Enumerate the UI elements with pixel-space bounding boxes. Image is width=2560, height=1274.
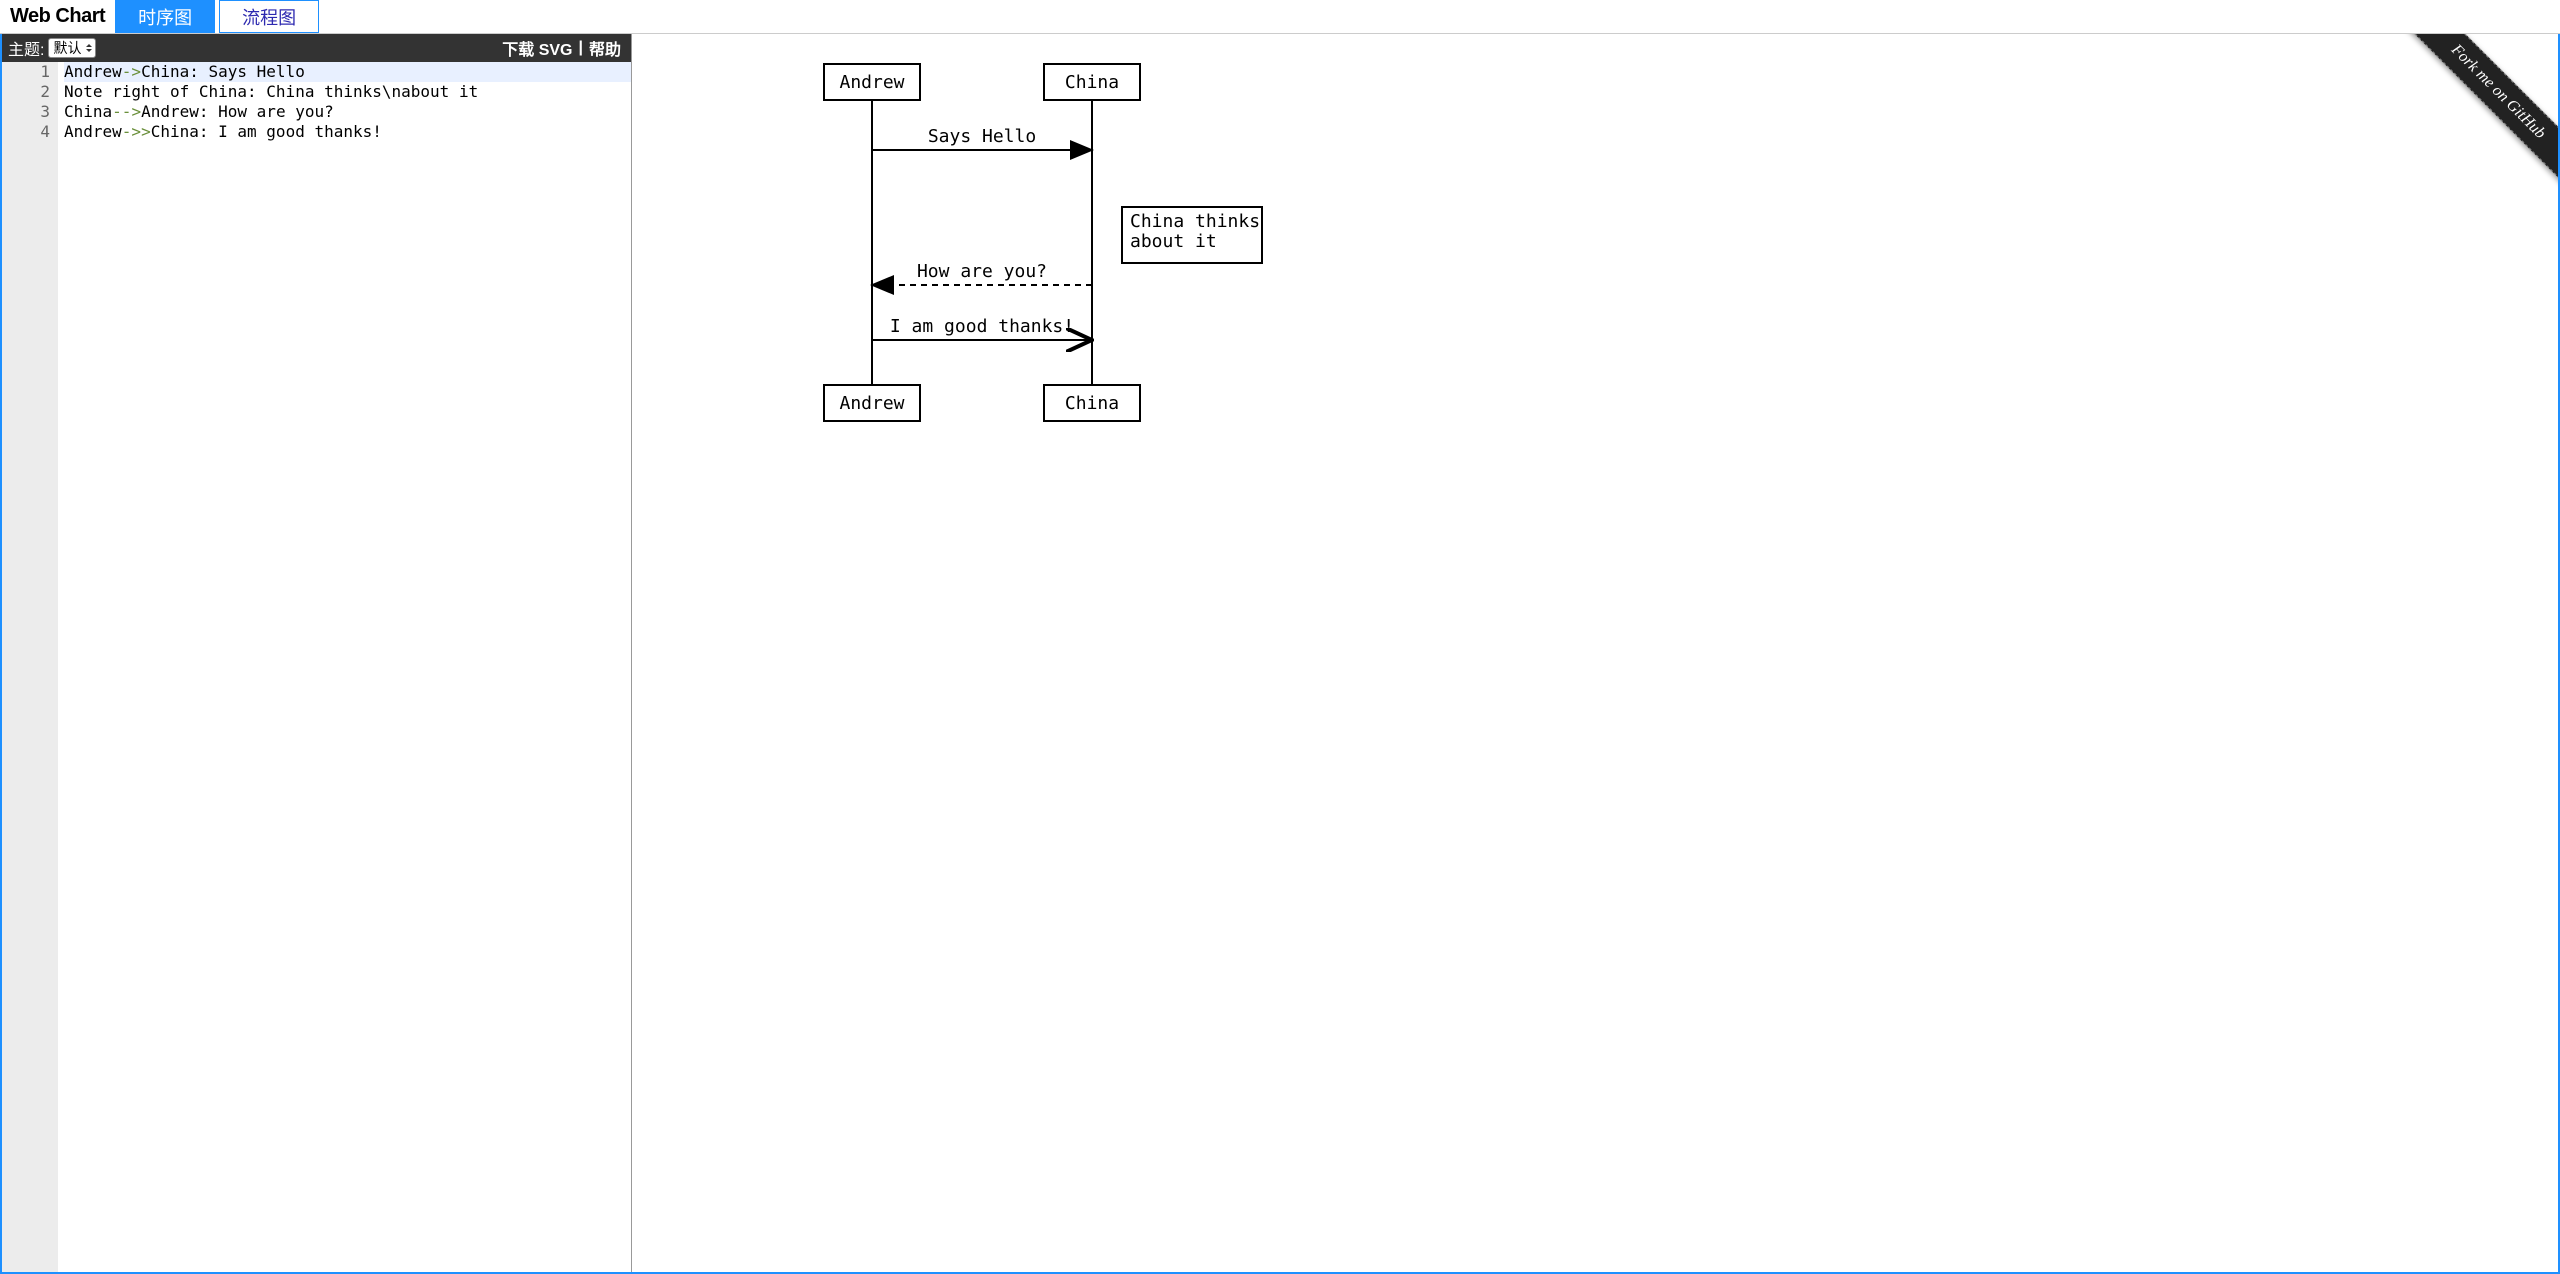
- toolbar-sep: |: [577, 39, 585, 57]
- theme-label: 主题:: [8, 36, 44, 60]
- editor-line[interactable]: China-->Andrew: How are you?: [64, 102, 631, 122]
- github-ribbon[interactable]: Fork me on GitHub: [2400, 34, 2558, 190]
- editor-code[interactable]: Andrew->China: Says HelloNote right of C…: [58, 62, 631, 1272]
- editor-body[interactable]: 1234 Andrew->China: Says HelloNote right…: [2, 62, 631, 1272]
- message-label: How are you?: [917, 261, 1047, 282]
- editor-gutter: 1234: [2, 62, 58, 1272]
- theme-select[interactable]: 默认: [48, 38, 96, 58]
- tab-sequence[interactable]: 时序图: [115, 0, 215, 33]
- brand: Web Chart: [0, 0, 115, 33]
- diagram-pane: Andrew China Andrew China Says Hello China th…: [632, 34, 2558, 1272]
- top-nav: Web Chart 时序图 流程图: [0, 0, 2560, 34]
- actor-label: China: [1065, 72, 1119, 93]
- github-ribbon-wrap: Fork me on GitHub: [2358, 34, 2558, 234]
- editor-line[interactable]: Note right of China: China thinks\nabout…: [64, 82, 631, 102]
- tab-flow[interactable]: 流程图: [219, 0, 319, 33]
- help-link[interactable]: 帮助: [585, 36, 625, 60]
- editor-pane: 主题: 默认 下载 SVG | 帮助 1234 Andrew->China: S…: [2, 34, 632, 1272]
- sequence-diagram: Andrew China Andrew China Says Hello China th…: [632, 34, 1532, 594]
- actor-label: Andrew: [839, 393, 904, 414]
- editor-line[interactable]: Andrew->China: Says Hello: [64, 62, 631, 82]
- actor-label: Andrew: [839, 72, 904, 93]
- message-label: Says Hello: [928, 126, 1036, 147]
- svg-text:about it: about it: [1130, 231, 1217, 252]
- download-svg-link[interactable]: 下载 SVG: [498, 36, 576, 60]
- actor-label: China: [1065, 393, 1119, 414]
- main-split: 主题: 默认 下载 SVG | 帮助 1234 Andrew->China: S…: [0, 34, 2560, 1274]
- editor-line[interactable]: Andrew->>China: I am good thanks!: [64, 122, 631, 142]
- message-label: I am good thanks!: [890, 316, 1074, 337]
- editor-toolbar: 主题: 默认 下载 SVG | 帮助: [2, 34, 631, 62]
- svg-text:China thinks: China thinks: [1130, 211, 1260, 232]
